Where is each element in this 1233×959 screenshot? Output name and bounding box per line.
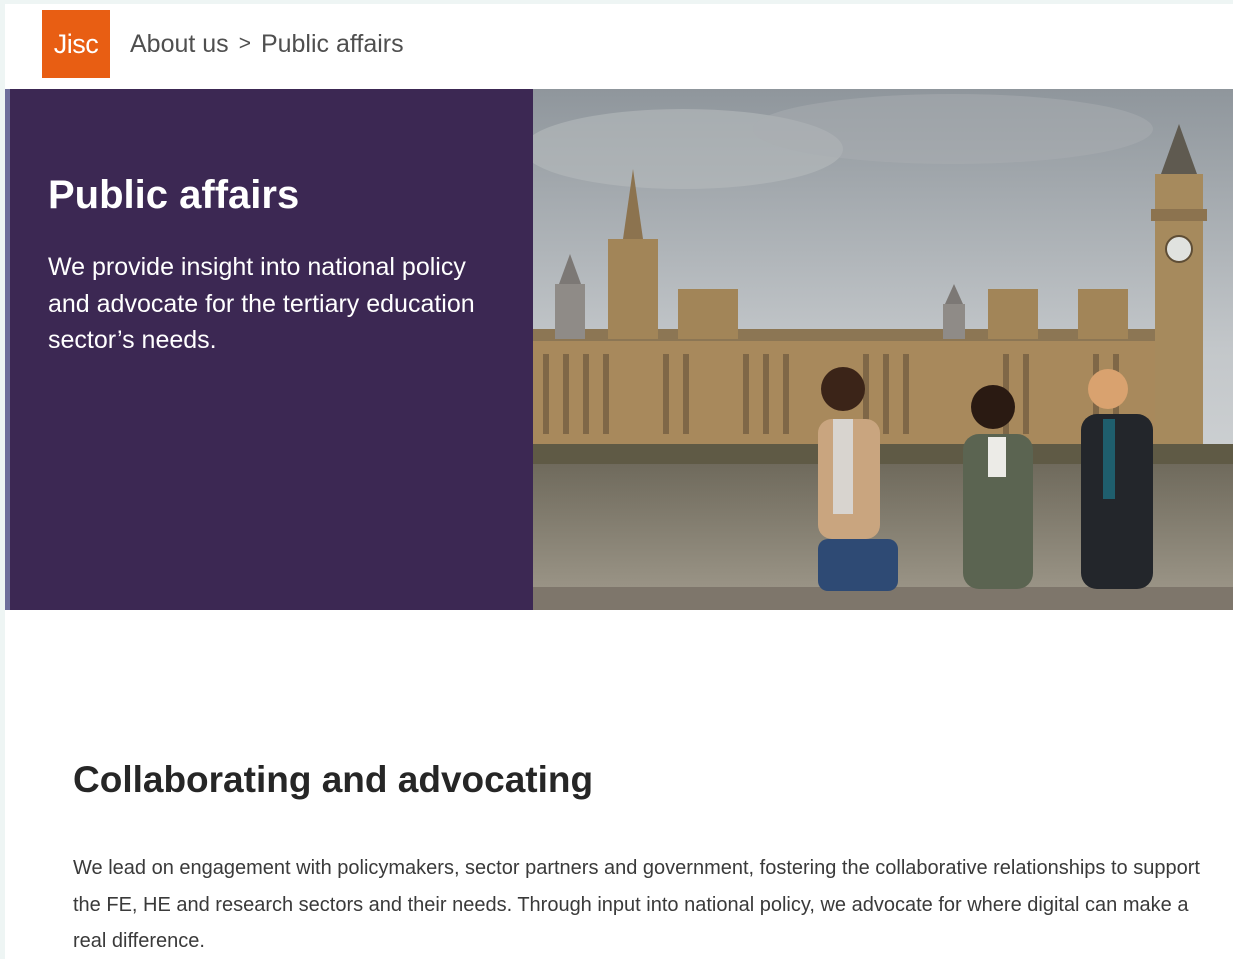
breadcrumb-link-about-us[interactable]: About us <box>130 30 229 59</box>
site-header: Jisc About us > Public affairs <box>5 4 1233 89</box>
page-title: Public affairs <box>48 173 300 217</box>
breadcrumb-current-page: Public affairs <box>260 29 404 58</box>
hero-image <box>533 89 1233 610</box>
breadcrumb: About us > Public affairs <box>130 29 404 59</box>
section-title: Collaborating and advocating <box>73 759 594 800</box>
hero-text-panel: Public affairs We provide insight into n… <box>5 89 533 610</box>
breadcrumb-separator-icon: > <box>238 32 251 55</box>
jisc-logo[interactable]: Jisc <box>42 10 110 78</box>
logo-text: Jisc <box>53 28 99 59</box>
page: Jisc About us > Public affairs Public af… <box>5 4 1233 959</box>
hero-banner: Public affairs We provide insight into n… <box>5 89 1233 610</box>
hero-subtitle: We provide insight into national policy … <box>48 253 475 354</box>
section-body: We lead on engagement with policymakers,… <box>73 857 1200 952</box>
parliament-photo <box>533 89 1233 610</box>
